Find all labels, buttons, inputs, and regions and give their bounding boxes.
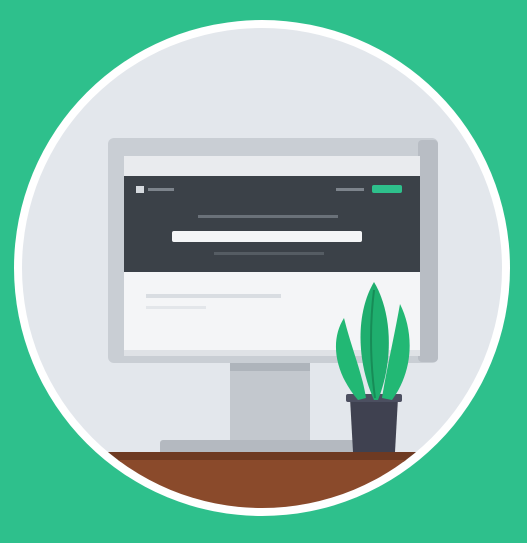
monitor-frame-side [418, 140, 438, 362]
nav-cta-button [372, 185, 402, 193]
desktop-monitor-with-plant-illustration [14, 20, 510, 516]
body-line-1 [146, 294, 281, 298]
body-line-2 [146, 306, 206, 309]
nav-link [336, 188, 364, 191]
monitor-top-bar [124, 156, 420, 176]
logo-text [148, 188, 174, 191]
headline-line [198, 215, 338, 218]
plant-pot [350, 398, 398, 452]
search-bar [172, 231, 362, 242]
subline [214, 252, 324, 255]
canvas [0, 0, 527, 543]
desk-surface [22, 460, 502, 508]
logo-mark [136, 186, 144, 193]
